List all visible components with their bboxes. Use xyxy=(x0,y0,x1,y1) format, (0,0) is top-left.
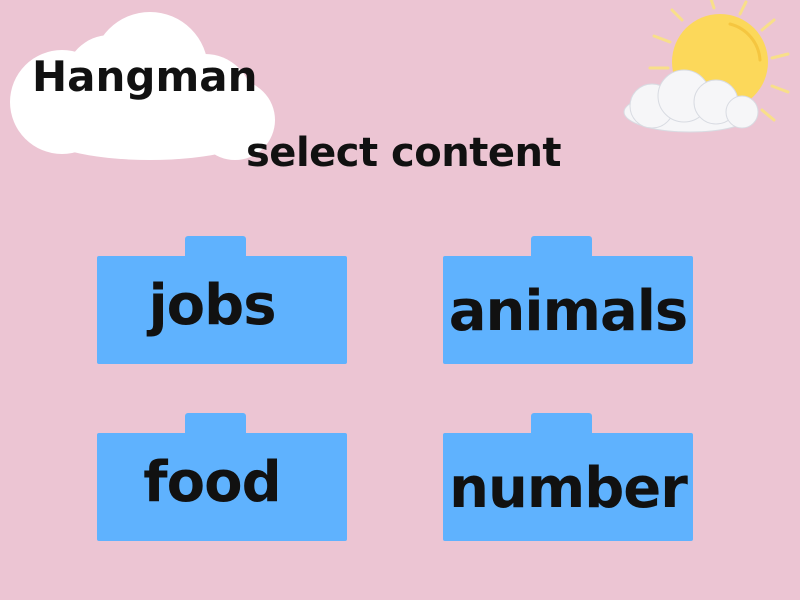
sun-with-cloud-icon xyxy=(623,0,790,133)
category-label: jobs xyxy=(148,273,276,338)
category-number-button[interactable]: number xyxy=(443,413,693,541)
folder-body: jobs xyxy=(97,256,347,364)
folder-body: number xyxy=(443,433,693,541)
category-label: food xyxy=(143,450,281,515)
game-title: Hangman xyxy=(32,52,258,101)
game-screen: Hangman select content jobs animals food… xyxy=(0,0,800,600)
category-jobs-button[interactable]: jobs xyxy=(97,236,347,364)
select-content-heading: select content xyxy=(246,130,562,176)
category-label: number xyxy=(449,456,688,521)
folder-body: animals xyxy=(443,256,693,364)
category-animals-button[interactable]: animals xyxy=(443,236,693,364)
folder-body: food xyxy=(97,433,347,541)
category-food-button[interactable]: food xyxy=(97,413,347,541)
category-label: animals xyxy=(448,279,689,344)
